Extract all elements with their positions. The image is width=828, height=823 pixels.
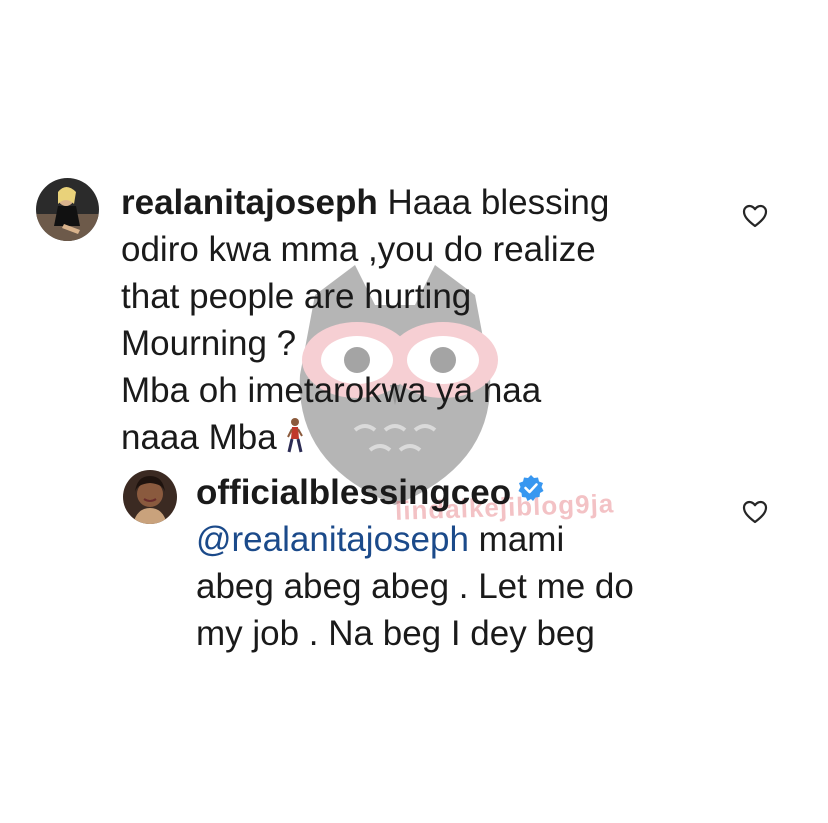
avatar[interactable] — [36, 178, 99, 241]
comment-text: realanitajoseph Haaa blessing odiro kwa … — [121, 179, 701, 461]
avatar-photo-icon — [123, 470, 177, 524]
comment-line: Mourning ? — [121, 324, 297, 363]
avatar-photo-icon — [36, 178, 99, 241]
mention-link[interactable]: @realanitajoseph — [196, 520, 469, 559]
comment-line: naaa Mba — [121, 418, 277, 457]
heart-outline-icon[interactable] — [742, 204, 768, 228]
verified-badge-icon — [518, 475, 544, 501]
reply-username[interactable]: officialblessingceo — [196, 473, 511, 512]
avatar[interactable] — [123, 470, 177, 524]
reply: officialblessingceo @realanitajoseph mam… — [123, 470, 796, 657]
comment-line: Haaa blessing — [387, 183, 610, 222]
comment-line: that people are hurting — [121, 277, 472, 316]
heart-outline-icon[interactable] — [742, 500, 768, 524]
comment-username[interactable]: realanitajoseph — [121, 183, 378, 222]
comment-line: odiro kwa mma ,you do realize — [121, 230, 596, 269]
reply-line: my job . Na beg I dey beg — [196, 614, 595, 653]
reply-line: abeg abeg abeg . Let me do — [196, 567, 634, 606]
reply-text: officialblessingceo @realanitajoseph mam… — [196, 469, 716, 657]
comment: realanitajoseph Haaa blessing odiro kwa … — [36, 178, 796, 461]
comment-line: Mba oh imetarokwa ya naa — [121, 371, 542, 410]
person-walking-emoji — [286, 418, 303, 453]
reply-line: mami — [468, 520, 565, 559]
